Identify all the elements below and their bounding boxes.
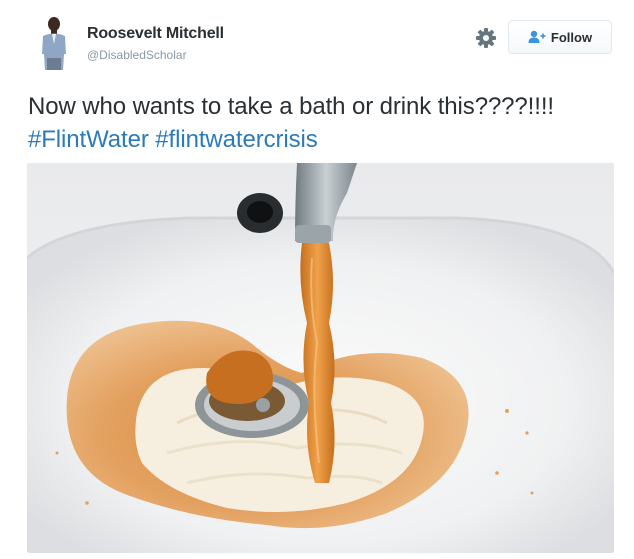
- add-user-icon: [528, 30, 546, 43]
- tweet-text: Now who wants to take a bath or drink th…: [28, 90, 618, 156]
- hashtag-flintwatercrisis[interactable]: #flintwatercrisis: [155, 126, 317, 153]
- avatar[interactable]: [38, 14, 70, 70]
- gear-icon[interactable]: [474, 26, 498, 50]
- author-name[interactable]: Roosevelt Mitchell: [87, 25, 224, 43]
- tweet-photo[interactable]: [27, 163, 614, 553]
- hashtag-flintwater[interactable]: #FlintWater: [28, 126, 149, 153]
- follow-button[interactable]: Follow: [508, 20, 612, 54]
- tweet-card: Roosevelt Mitchell @DisabledScholar Foll…: [0, 0, 634, 559]
- follow-label: Follow: [550, 29, 593, 45]
- tweet-body: Now who wants to take a bath or drink th…: [28, 93, 554, 120]
- author-handle[interactable]: @DisabledScholar: [87, 48, 187, 62]
